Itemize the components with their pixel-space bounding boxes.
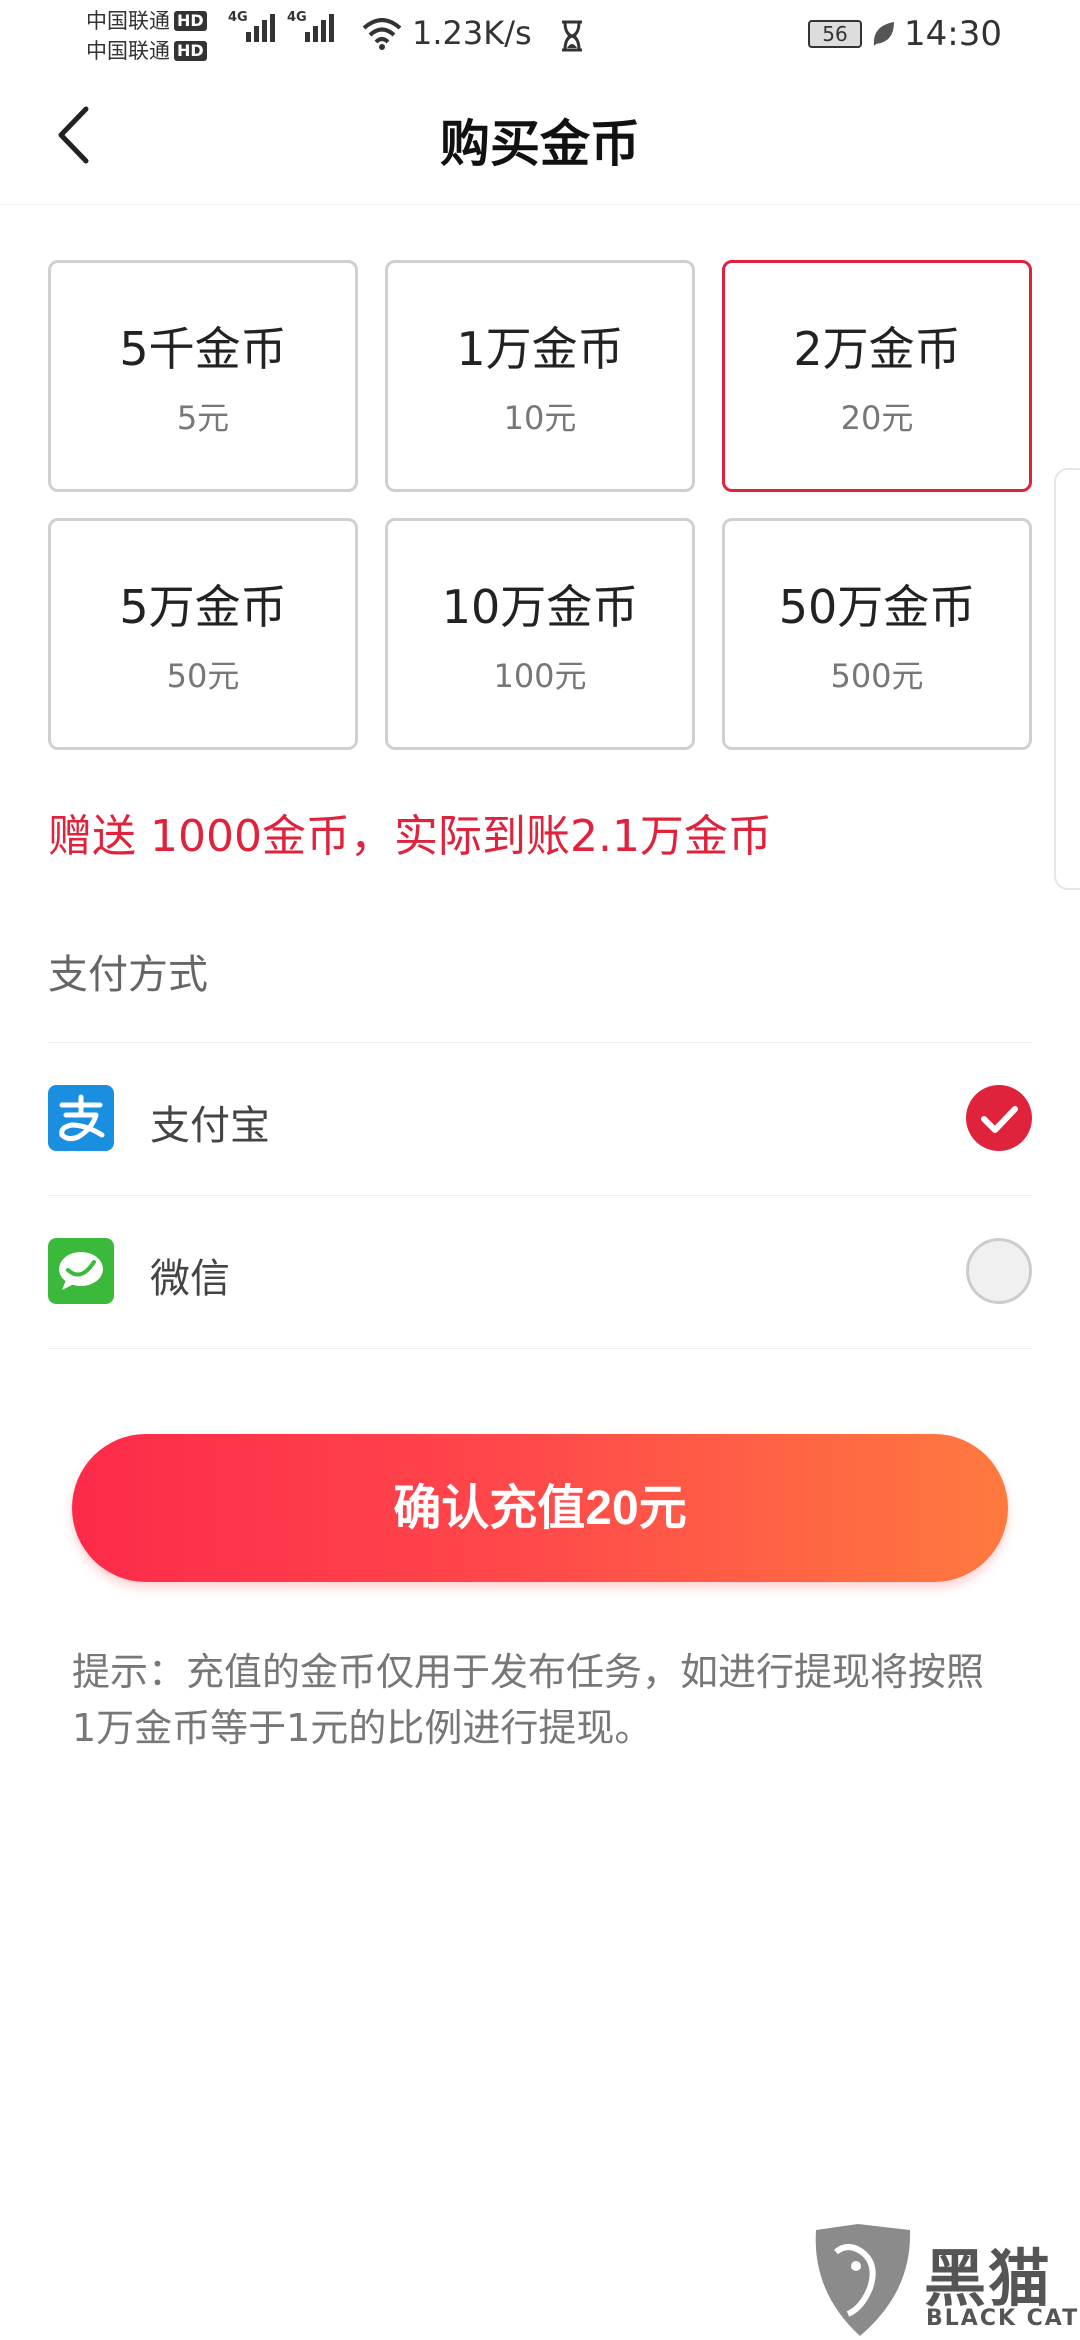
status-time: 14:30 bbox=[904, 14, 1002, 54]
cat-shield-icon bbox=[815, 2224, 911, 2336]
payment-option-label: 微信 bbox=[150, 1256, 230, 1302]
carrier-1-label: 中国联通 bbox=[86, 9, 170, 33]
package-coins-label: 10万金币 bbox=[441, 580, 639, 634]
carrier-info: 中国联通 HD 中国联通 HD bbox=[86, 6, 207, 66]
hd-badge: HD bbox=[174, 11, 207, 31]
signal-indicators: 4G 4G bbox=[228, 10, 334, 42]
coin-package-grid: 5千金币 5元 1万金币 10元 2万金币 20元 5万金币 50元 10万金币… bbox=[48, 260, 1032, 750]
package-coins-label: 50万金币 bbox=[778, 580, 976, 634]
alipay-icon bbox=[48, 1085, 114, 1151]
package-price-label: 50元 bbox=[166, 657, 240, 695]
package-price-label: 500元 bbox=[830, 657, 924, 695]
watermark-logo: 黑猫 BLACK CAT bbox=[808, 2222, 1080, 2340]
carrier-2-label: 中国联通 bbox=[86, 39, 170, 63]
network-type-label: 4G bbox=[228, 10, 248, 25]
network-speed: 1.23K/s bbox=[412, 14, 532, 52]
package-price-label: 100元 bbox=[493, 657, 587, 695]
radio-unchecked-icon[interactable] bbox=[966, 1238, 1032, 1304]
coin-package-card[interactable]: 1万金币 10元 bbox=[385, 260, 695, 492]
coin-package-card[interactable]: 50万金币 500元 bbox=[722, 518, 1032, 750]
payment-section-title: 支付方式 bbox=[48, 952, 208, 998]
status-bar: 中国联通 HD 中国联通 HD 4G 4G 1.23K/s 56 14:30 bbox=[0, 0, 1080, 66]
package-coins-label: 2万金币 bbox=[793, 322, 961, 376]
signal-strength-icon: 4G bbox=[228, 10, 275, 42]
leaf-icon bbox=[873, 22, 894, 46]
bonus-info-text: 赠送 1000金币，实际到账2.1万金币 bbox=[48, 811, 772, 862]
app-header: 购买金币 bbox=[0, 66, 1080, 205]
page-title: 购买金币 bbox=[440, 115, 640, 173]
side-floating-tab[interactable] bbox=[1054, 468, 1080, 890]
recharge-tip-text: 提示：充值的金币仅用于发布任务，如进行提现将按照 1万金币等于1元的比例进行提现… bbox=[72, 1650, 985, 1750]
payment-option-wechat[interactable]: 微信 bbox=[48, 1195, 1032, 1349]
payment-option-label: 支付宝 bbox=[150, 1103, 270, 1149]
coin-package-card[interactable]: 10万金币 100元 bbox=[385, 518, 695, 750]
watermark-en-text: BLACK CAT bbox=[926, 2306, 1080, 2331]
confirm-recharge-button[interactable]: 确认充值20元 bbox=[72, 1434, 1008, 1582]
package-coins-label: 5千金币 bbox=[119, 322, 287, 376]
wifi-icon bbox=[362, 18, 402, 50]
hourglass-icon bbox=[562, 20, 582, 52]
coin-package-card[interactable]: 5千金币 5元 bbox=[48, 260, 358, 492]
package-price-label: 5元 bbox=[176, 399, 230, 437]
battery-indicator: 56 bbox=[808, 20, 862, 48]
hd-badge: HD bbox=[174, 41, 207, 61]
signal-strength-icon: 4G bbox=[287, 10, 334, 42]
package-coins-label: 1万金币 bbox=[456, 322, 624, 376]
wechat-icon bbox=[48, 1238, 114, 1304]
payment-method-list: 支付宝 微信 bbox=[48, 1042, 1032, 1349]
package-price-label: 20元 bbox=[840, 399, 914, 437]
coin-package-card[interactable]: 5万金币 50元 bbox=[48, 518, 358, 750]
payment-option-alipay[interactable]: 支付宝 bbox=[48, 1042, 1032, 1195]
network-type-label: 4G bbox=[287, 10, 307, 25]
watermark-cn-text: 黑猫 bbox=[924, 2242, 1053, 2315]
radio-checked-icon[interactable] bbox=[966, 1085, 1032, 1151]
coin-package-card-selected[interactable]: 2万金币 20元 bbox=[722, 260, 1032, 492]
package-price-label: 10元 bbox=[503, 399, 577, 437]
package-coins-label: 5万金币 bbox=[119, 580, 287, 634]
